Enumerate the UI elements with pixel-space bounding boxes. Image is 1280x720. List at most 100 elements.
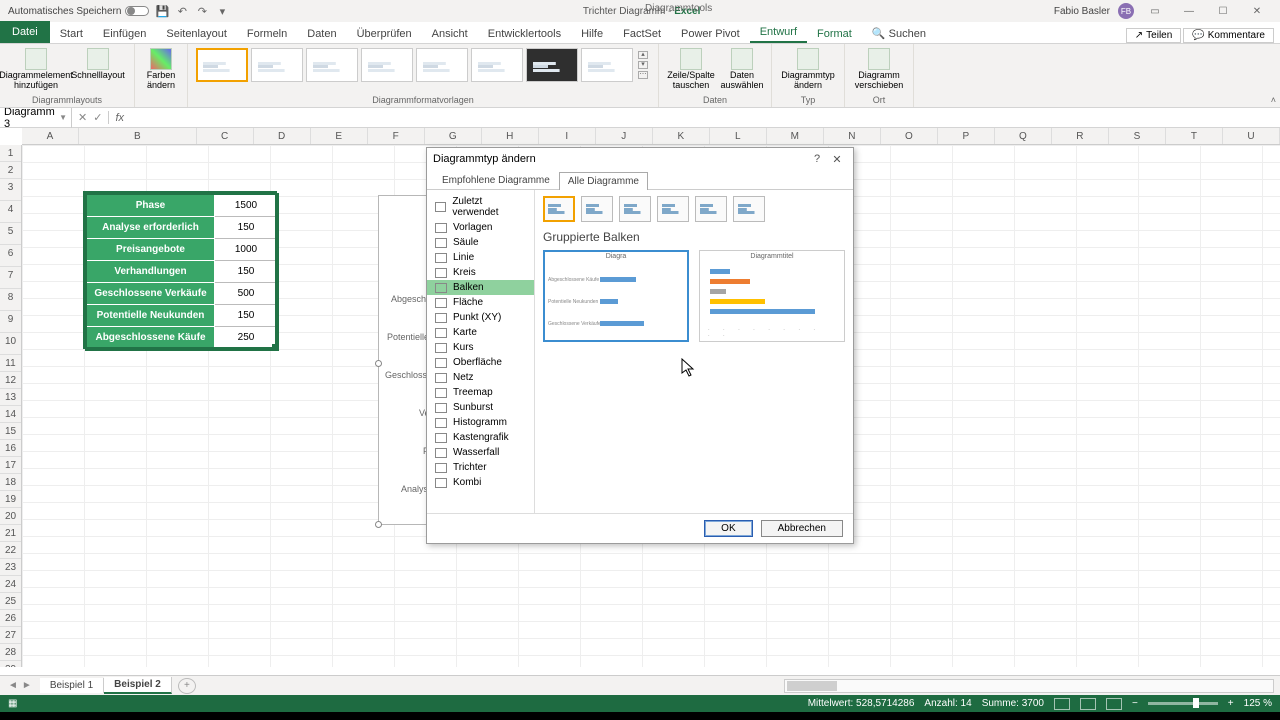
tab-einfuegen[interactable]: Einfügen (93, 25, 156, 43)
tab-start[interactable]: Start (50, 25, 93, 43)
gallery-up-icon[interactable]: ▴ (638, 51, 648, 59)
column-header[interactable]: L (710, 128, 767, 144)
add-chart-element-button[interactable]: Diagrammelement hinzufügen (6, 46, 66, 91)
table-cell-phase[interactable]: Preisangebote (87, 239, 215, 261)
save-icon[interactable]: 💾 (155, 4, 169, 18)
chart-category-item[interactable]: Netz (427, 370, 534, 385)
enter-formula-icon[interactable]: ✓ (93, 111, 102, 124)
dialog-help-icon[interactable]: ? (807, 153, 827, 165)
column-header[interactable]: I (539, 128, 596, 144)
gallery-down-icon[interactable]: ▾ (638, 61, 648, 69)
row-header[interactable]: 20 (0, 508, 21, 525)
tab-daten[interactable]: Daten (297, 25, 346, 43)
sheet-nav-prev-icon[interactable]: ◄ (8, 680, 18, 691)
dialog-tab-all[interactable]: Alle Diagramme (559, 172, 648, 190)
chart-style-2[interactable] (251, 48, 303, 82)
row-header[interactable]: 11 (0, 355, 21, 372)
chart-category-item[interactable]: Kreis (427, 265, 534, 280)
column-header[interactable]: P (938, 128, 995, 144)
column-header[interactable]: U (1223, 128, 1280, 144)
table-cell-value[interactable]: 500 (215, 283, 277, 305)
row-header[interactable]: 18 (0, 474, 21, 491)
chart-category-item[interactable]: Karte (427, 325, 534, 340)
zoom-out-icon[interactable]: − (1132, 698, 1138, 709)
close-icon[interactable]: ✕ (1244, 3, 1270, 19)
row-header[interactable]: 26 (0, 610, 21, 627)
dialog-close-icon[interactable]: ✕ (827, 153, 847, 166)
row-header[interactable]: 8 (0, 289, 21, 311)
ok-button[interactable]: OK (704, 520, 752, 537)
column-header[interactable]: Q (995, 128, 1052, 144)
row-header[interactable]: 12 (0, 372, 21, 389)
table-cell-phase[interactable]: Analyse erforderlich (87, 217, 215, 239)
chart-category-item[interactable]: Balken (427, 280, 534, 295)
chart-category-item[interactable]: Vorlagen (427, 220, 534, 235)
table-cell-phase[interactable]: Abgeschlossene Käufe (87, 327, 215, 349)
column-header[interactable]: T (1166, 128, 1223, 144)
row-header[interactable]: 25 (0, 593, 21, 610)
table-cell-phase[interactable]: Phase (87, 195, 215, 217)
column-header[interactable]: D (254, 128, 311, 144)
table-cell-value[interactable]: 250 (215, 327, 277, 349)
chart-category-item[interactable]: Kurs (427, 340, 534, 355)
data-table[interactable]: Phase1500Analyse erforderlich150Preisang… (85, 193, 279, 351)
column-header[interactable]: E (311, 128, 368, 144)
column-header[interactable]: S (1109, 128, 1166, 144)
column-header[interactable]: N (824, 128, 881, 144)
chart-category-item[interactable]: Sunburst (427, 400, 534, 415)
chart-category-item[interactable]: Fläche (427, 295, 534, 310)
fx-icon[interactable]: fx (109, 112, 130, 124)
row-header[interactable]: 9 (0, 311, 21, 333)
tab-entwurf[interactable]: Entwurf (750, 23, 807, 43)
subtype-3d-100-stacked-bar[interactable] (733, 196, 765, 222)
chart-styles-gallery[interactable]: ▴ ▾ ⋯ (194, 46, 652, 84)
autosave-toggle[interactable] (125, 6, 149, 16)
table-cell-value[interactable]: 1000 (215, 239, 277, 261)
row-header[interactable]: 5 (0, 223, 21, 245)
name-box[interactable]: Diagramm 3▼ (0, 106, 72, 130)
table-cell-phase[interactable]: Verhandlungen (87, 261, 215, 283)
row-header[interactable]: 7 (0, 267, 21, 289)
cancel-button[interactable]: Abbrechen (761, 520, 843, 537)
dialog-tab-recommended[interactable]: Empfohlene Diagramme (433, 171, 559, 189)
zoom-level[interactable]: 125 % (1244, 698, 1272, 709)
column-header[interactable]: H (482, 128, 539, 144)
add-sheet-button[interactable]: + (178, 678, 196, 694)
tab-seitenlayout[interactable]: Seitenlayout (156, 25, 237, 43)
column-header[interactable]: K (653, 128, 710, 144)
row-headers[interactable]: 1234567891011121314151617181920212223242… (0, 145, 22, 667)
tab-suchen[interactable]: 🔍 Suchen (862, 24, 936, 43)
column-header[interactable]: J (596, 128, 653, 144)
row-header[interactable]: 1 (0, 145, 21, 162)
tab-ansicht[interactable]: Ansicht (422, 25, 478, 43)
tab-entwicklertools[interactable]: Entwicklertools (478, 25, 571, 43)
tab-factset[interactable]: FactSet (613, 25, 671, 43)
chart-preview-2[interactable]: Diagrammtitel · · · · · · · · · · (699, 250, 845, 342)
subtype-100-stacked-bar[interactable] (619, 196, 651, 222)
view-normal-icon[interactable] (1054, 698, 1070, 710)
row-header[interactable]: 27 (0, 627, 21, 644)
row-header[interactable]: 19 (0, 491, 21, 508)
chart-style-4[interactable] (361, 48, 413, 82)
subtype-3d-stacked-bar[interactable] (695, 196, 727, 222)
sheet-tab-beispiel1[interactable]: Beispiel 1 (40, 678, 104, 693)
qat-more-icon[interactable]: ▾ (215, 4, 229, 18)
chart-style-5[interactable] (416, 48, 468, 82)
collapse-ribbon-icon[interactable]: ˄ (1271, 95, 1276, 105)
share-button[interactable]: ↗ Teilen (1126, 28, 1182, 43)
chart-category-item[interactable]: Punkt (XY) (427, 310, 534, 325)
change-colors-button[interactable]: Farben ändern (141, 46, 181, 91)
quick-layout-button[interactable]: Schnelllayout (68, 46, 128, 81)
row-header[interactable]: 24 (0, 576, 21, 593)
tab-ueberpruefen[interactable]: Überprüfen (347, 25, 422, 43)
column-header[interactable]: C (197, 128, 254, 144)
column-header[interactable]: O (881, 128, 938, 144)
chart-category-item[interactable]: Zuletzt verwendet (427, 194, 534, 220)
subtype-clustered-bar[interactable] (543, 196, 575, 222)
file-tab[interactable]: Datei (0, 21, 50, 43)
sheet-nav-next-icon[interactable]: ► (22, 680, 32, 691)
row-header[interactable]: 10 (0, 333, 21, 355)
row-header[interactable]: 13 (0, 389, 21, 406)
chart-category-item[interactable]: Wasserfall (427, 445, 534, 460)
horizontal-scrollbar[interactable] (784, 679, 1274, 693)
